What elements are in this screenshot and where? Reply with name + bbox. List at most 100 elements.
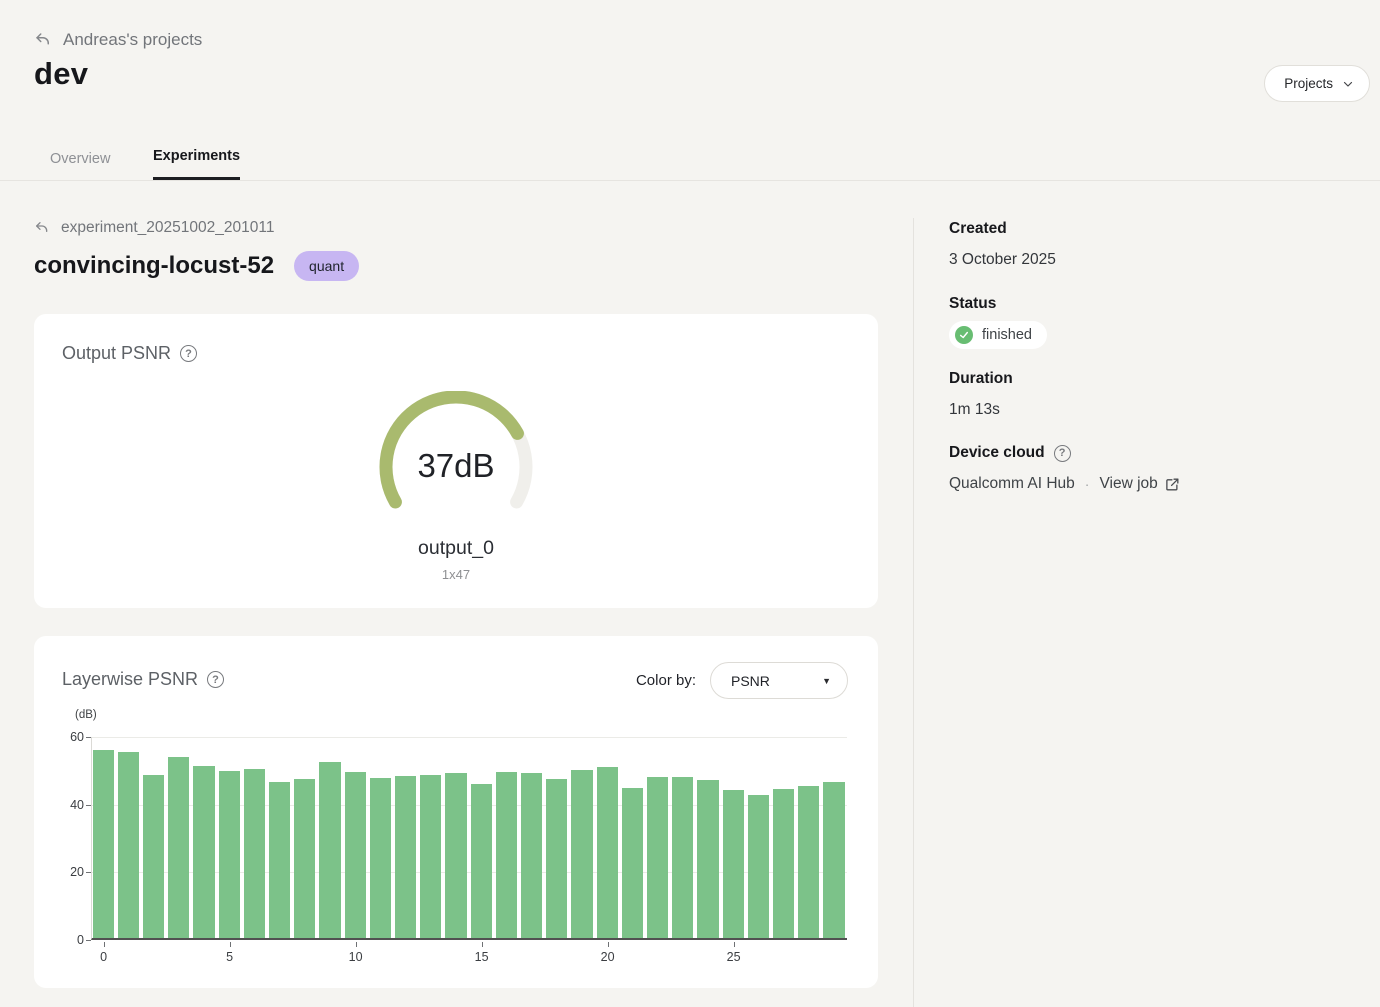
device-cloud-provider: Qualcomm AI Hub xyxy=(949,475,1075,493)
bar-layer-6[interactable] xyxy=(244,769,265,939)
breadcrumb-label[interactable]: Andreas's projects xyxy=(63,30,202,50)
bar-layer-0[interactable] xyxy=(93,750,114,938)
bar-layer-1[interactable] xyxy=(118,752,139,938)
x-tick-label: 5 xyxy=(215,950,245,964)
tab-bar: Overview Experiments xyxy=(0,142,1380,181)
layerwise-psnr-header: Layerwise PSNR ? xyxy=(62,669,224,690)
bar-layer-7[interactable] xyxy=(269,782,290,938)
bar-layer-20[interactable] xyxy=(597,767,618,938)
bar-layer-19[interactable] xyxy=(571,770,592,938)
output-name: output_0 xyxy=(34,537,878,560)
y-tick-label: 60 xyxy=(54,730,84,744)
x-tick-label: 0 xyxy=(89,950,119,964)
bar-layer-26[interactable] xyxy=(748,795,769,938)
duration-label: Duration xyxy=(949,370,1013,388)
bar-layer-13[interactable] xyxy=(420,775,441,938)
bar-layer-29[interactable] xyxy=(823,782,844,938)
device-cloud-row: Qualcomm AI Hub · View job xyxy=(949,475,1180,493)
chevron-down-icon xyxy=(1342,78,1354,90)
bar-chart-plot-area xyxy=(91,737,847,940)
bar-layer-14[interactable] xyxy=(445,773,466,938)
bar-layer-23[interactable] xyxy=(672,777,693,938)
bar-layer-27[interactable] xyxy=(773,789,794,938)
bar-layer-25[interactable] xyxy=(723,790,744,938)
projects-button-label: Projects xyxy=(1284,76,1333,91)
x-tick-mark xyxy=(356,942,357,947)
y-tick-mark xyxy=(86,940,91,941)
y-tick-mark xyxy=(86,805,91,806)
experiment-title: convincing-locust-52 xyxy=(34,252,274,280)
page-title: dev xyxy=(34,56,88,92)
help-icon[interactable]: ? xyxy=(180,345,197,362)
x-tick-mark xyxy=(608,942,609,947)
x-tick-label: 10 xyxy=(341,950,371,964)
gauge-value: 37dB xyxy=(366,447,546,485)
y-tick-label: 40 xyxy=(54,798,84,812)
help-icon[interactable]: ? xyxy=(1054,445,1071,462)
x-tick-mark xyxy=(734,942,735,947)
created-value: 3 October 2025 xyxy=(949,251,1056,269)
bar-layer-18[interactable] xyxy=(546,779,567,938)
bar-layer-24[interactable] xyxy=(697,780,718,938)
status-value: finished xyxy=(982,327,1032,343)
bar-layer-10[interactable] xyxy=(345,772,366,938)
bar-layer-17[interactable] xyxy=(521,773,542,938)
bar-layer-28[interactable] xyxy=(798,786,819,938)
x-tick-label: 20 xyxy=(593,950,623,964)
projects-dropdown-button[interactable]: Projects xyxy=(1264,65,1370,102)
x-tick-label: 15 xyxy=(467,950,497,964)
tab-experiments[interactable]: Experiments xyxy=(153,148,240,180)
caret-down-icon: ▼ xyxy=(822,676,831,686)
dot-separator: · xyxy=(1085,476,1090,492)
y-tick-label: 20 xyxy=(54,865,84,879)
bar-layer-4[interactable] xyxy=(193,766,214,938)
y-tick-mark xyxy=(86,872,91,873)
y-tick-label: 0 xyxy=(54,933,84,947)
status-badge: finished xyxy=(949,321,1047,349)
bar-layer-8[interactable] xyxy=(294,779,315,938)
color-by-select[interactable]: PSNR ▼ xyxy=(710,662,848,699)
breadcrumb: Andreas's projects xyxy=(34,30,202,50)
quant-badge: quant xyxy=(294,251,359,281)
color-by-control: Color by: PSNR ▼ xyxy=(636,662,848,699)
created-label: Created xyxy=(949,220,1007,238)
output-psnr-title: Output PSNR xyxy=(62,343,171,364)
y-axis-unit-label: (dB) xyxy=(75,709,97,721)
experiment-id-label[interactable]: experiment_20251002_201011 xyxy=(61,219,274,237)
device-cloud-label: Device cloud ? xyxy=(949,444,1071,462)
output-psnr-card: Output PSNR ? 37dB output_0 1x47 xyxy=(34,314,878,608)
view-job-label: View job xyxy=(1099,475,1157,493)
bar-layer-5[interactable] xyxy=(219,771,240,938)
bar-layer-15[interactable] xyxy=(471,784,492,938)
device-cloud-label-text: Device cloud xyxy=(949,444,1045,462)
help-icon[interactable]: ? xyxy=(207,671,224,688)
back-icon[interactable] xyxy=(34,220,50,236)
bar-layer-12[interactable] xyxy=(395,776,416,938)
external-link-icon xyxy=(1165,477,1180,492)
tab-overview[interactable]: Overview xyxy=(50,151,110,180)
layerwise-psnr-card: Layerwise PSNR ? Color by: PSNR ▼ (dB) 0… xyxy=(34,636,878,988)
y-tick-mark xyxy=(86,737,91,738)
back-icon[interactable] xyxy=(34,31,52,49)
color-by-label: Color by: xyxy=(636,672,696,689)
bar-layer-9[interactable] xyxy=(319,762,340,938)
view-job-link[interactable]: View job xyxy=(1099,475,1179,493)
psnr-gauge: 37dB xyxy=(366,391,546,525)
output-shape: 1x47 xyxy=(34,567,878,582)
sidebar-divider xyxy=(913,218,914,1007)
bar-layer-11[interactable] xyxy=(370,778,391,938)
experiment-breadcrumb: experiment_20251002_201011 xyxy=(34,219,274,237)
bar-layer-16[interactable] xyxy=(496,772,517,938)
bar-layer-2[interactable] xyxy=(143,775,164,938)
x-tick-label: 25 xyxy=(719,950,749,964)
bar-layer-3[interactable] xyxy=(168,757,189,938)
bar-layer-22[interactable] xyxy=(647,777,668,938)
x-tick-mark xyxy=(482,942,483,947)
check-icon xyxy=(955,326,973,344)
layerwise-psnr-title: Layerwise PSNR xyxy=(62,669,198,690)
bar-layer-21[interactable] xyxy=(622,788,643,938)
color-by-value: PSNR xyxy=(731,673,770,689)
duration-value: 1m 13s xyxy=(949,401,1000,419)
x-tick-mark xyxy=(230,942,231,947)
gridline xyxy=(92,737,847,738)
